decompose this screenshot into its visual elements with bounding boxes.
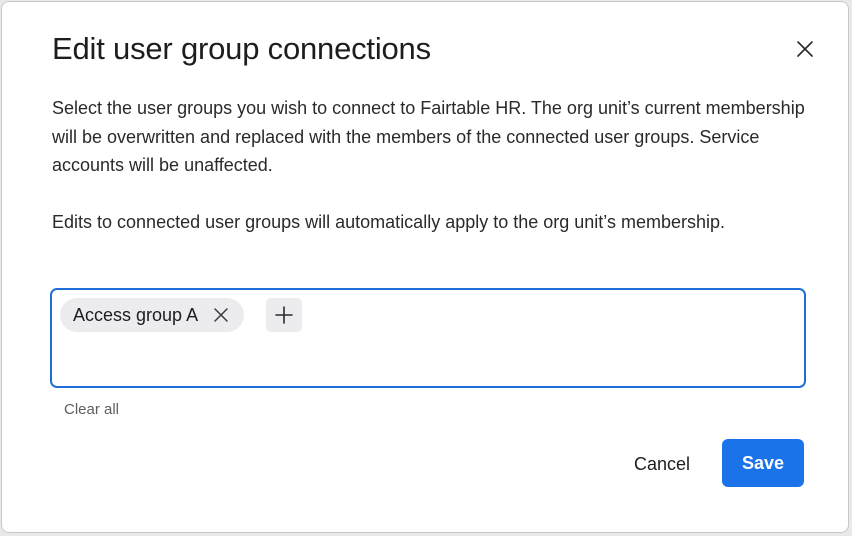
- dialog-description: Select the user groups you wish to conne…: [52, 98, 805, 175]
- plus-icon: [275, 306, 293, 324]
- dialog-description-note: Edits to connected user groups will auto…: [52, 212, 726, 232]
- clear-all-link[interactable]: Clear all: [64, 400, 119, 420]
- dialog-title: Edit user group connections: [52, 31, 431, 66]
- close-button[interactable]: [790, 34, 820, 64]
- cancel-button[interactable]: Cancel: [614, 441, 710, 487]
- group-chip: Access group A: [60, 298, 245, 332]
- close-icon: [797, 41, 813, 57]
- save-button[interactable]: Save: [722, 439, 804, 487]
- close-icon: [214, 308, 228, 322]
- add-group-button[interactable]: [266, 298, 302, 332]
- remove-group-button[interactable]: [212, 306, 230, 324]
- user-group-selector[interactable]: Access group A: [50, 288, 806, 388]
- edit-user-group-connections-dialog: Edit user group connections Select the u…: [1, 1, 849, 533]
- group-chip-label: Access group A: [73, 305, 199, 325]
